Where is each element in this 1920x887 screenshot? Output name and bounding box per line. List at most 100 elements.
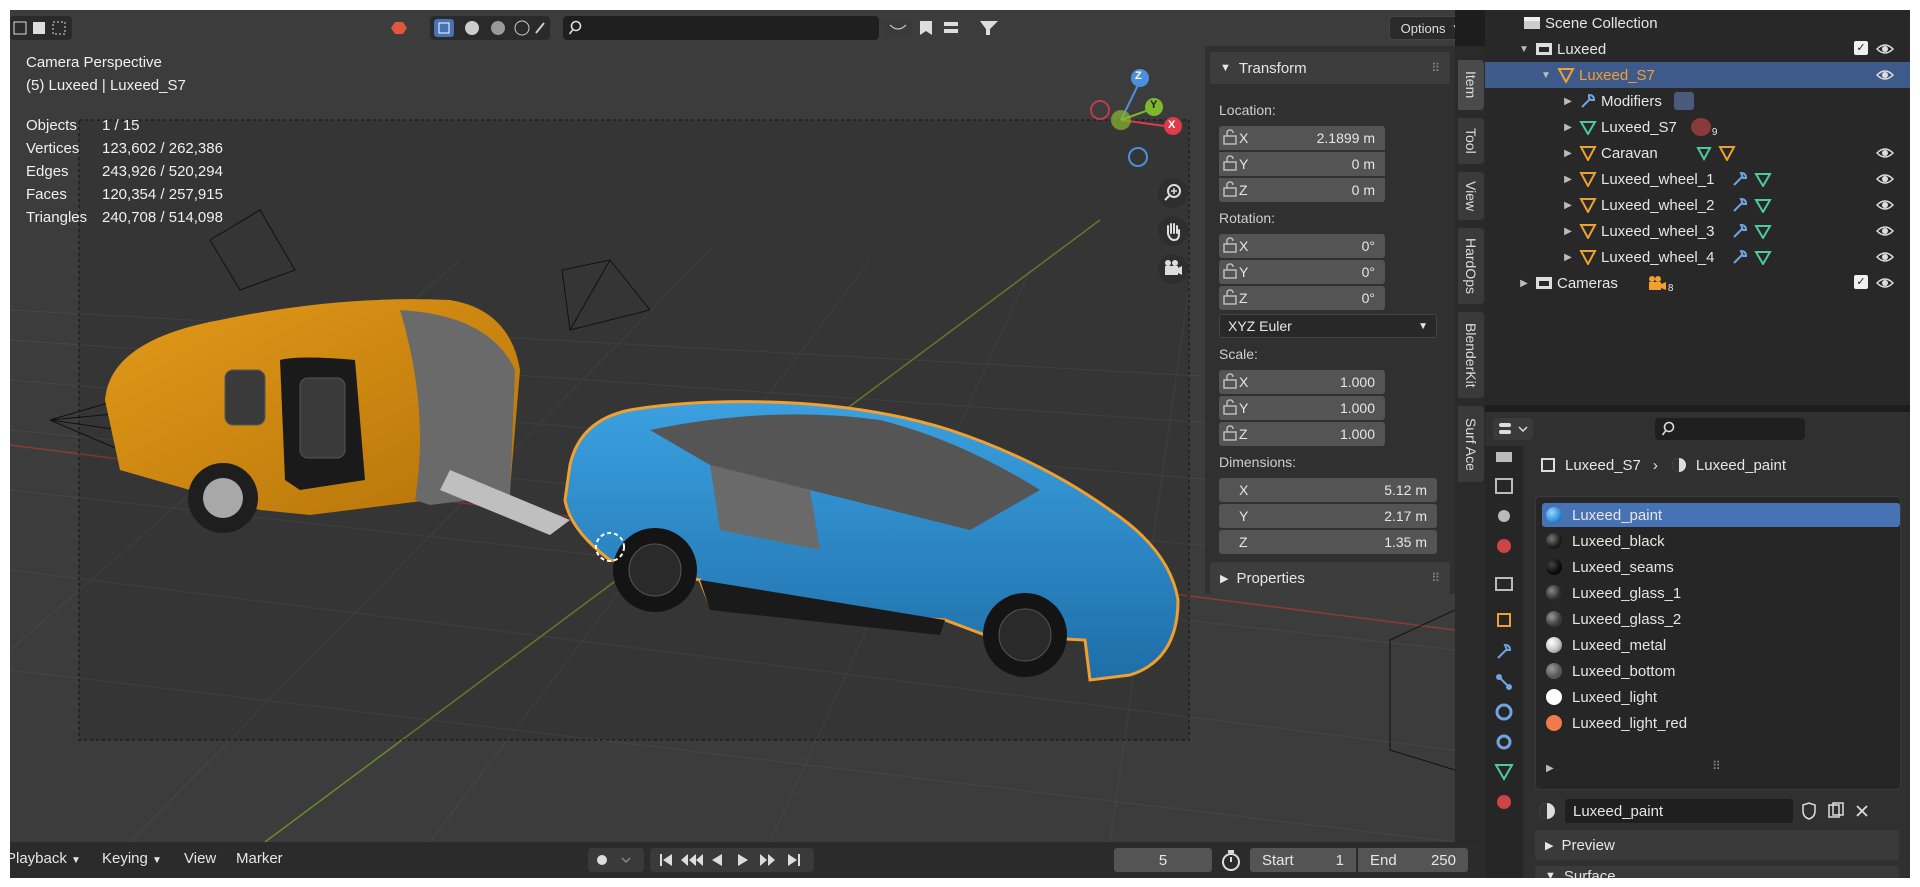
eye-icon[interactable] <box>1876 249 1894 265</box>
list-item[interactable]: Luxeed_seams <box>1542 555 1900 579</box>
drag-handle-icon[interactable]: ⠿ <box>1431 571 1440 585</box>
list-item[interactable]: Luxeed_metal <box>1542 633 1900 657</box>
3d-viewport[interactable]: Options ▼ Camera Perspective (5) Luxeed |… <box>10 10 1455 842</box>
expand-arrow-icon[interactable]: ▶ <box>1561 174 1575 185</box>
material-browse-icon[interactable] <box>1535 800 1565 822</box>
drag-handle-icon[interactable]: ⠿ <box>1431 61 1440 75</box>
overlay-filter-buttons[interactable] <box>882 16 1012 40</box>
marker-menu[interactable]: Marker <box>236 850 283 867</box>
physics-tab-icon[interactable] <box>1494 702 1514 722</box>
object-tab-icon[interactable] <box>1494 610 1514 630</box>
expand-arrow-icon[interactable]: ▶ <box>1517 278 1531 289</box>
output-tab-icon[interactable] <box>1494 476 1514 496</box>
expand-arrow-icon[interactable]: ▶ <box>1561 252 1575 263</box>
material-slot-list[interactable]: Luxeed_paint Luxeed_black Luxeed_seams L… <box>1535 496 1901 790</box>
list-item[interactable]: Luxeed_light <box>1542 685 1900 709</box>
outliner-row-wheel-2[interactable]: ▶ Luxeed_wheel_2 <box>1485 192 1910 218</box>
tab-tool[interactable]: Tool <box>1458 118 1484 164</box>
render-tab-icon[interactable] <box>1494 448 1514 468</box>
rotation-mode-select[interactable]: XYZ Euler ▼ <box>1219 314 1437 338</box>
view-layer-tab-icon[interactable] <box>1494 506 1514 526</box>
expand-arrow-icon[interactable]: ▶ <box>1561 226 1575 237</box>
dimensions-z-field[interactable]: Z 1.35 m <box>1219 530 1437 554</box>
stopwatch-icon[interactable] <box>1220 850 1242 872</box>
tab-view[interactable]: View <box>1458 172 1484 220</box>
list-item[interactable]: Luxeed_bottom <box>1542 659 1900 683</box>
outliner-row-luxeed-s7[interactable]: ▼ Luxeed_S7 <box>1485 62 1910 88</box>
eye-icon[interactable] <box>1876 41 1894 57</box>
exclude-checkbox[interactable]: ✓ <box>1854 275 1868 289</box>
scene-collection-row[interactable]: Scene Collection <box>1485 10 1910 36</box>
constraints-tab-icon[interactable] <box>1494 732 1514 752</box>
expand-arrow-icon[interactable]: ▶ <box>1561 200 1575 211</box>
object-types-icon[interactable] <box>386 16 416 40</box>
outliner-row-cameras[interactable]: ▶ Cameras 8 ✓ <box>1485 270 1910 296</box>
tab-item[interactable]: Item <box>1458 60 1484 110</box>
start-frame-field[interactable]: Start 1 <box>1250 848 1356 872</box>
eye-icon[interactable] <box>1876 197 1894 213</box>
viewport-search-input[interactable] <box>563 16 879 40</box>
navigation-gizmo[interactable]: Z X Y <box>1078 62 1188 172</box>
properties-panel-header[interactable]: ▶ Properties ⠿ <box>1210 562 1450 594</box>
data-tab-icon[interactable] <box>1494 762 1514 782</box>
dimensions-y-field[interactable]: Y 2.17 m <box>1219 504 1437 528</box>
playback-menu[interactable]: Playback ▼ <box>10 850 81 867</box>
properties-search-input[interactable] <box>1655 418 1805 440</box>
eye-icon[interactable] <box>1876 171 1894 187</box>
options-dropdown[interactable]: Options ▼ <box>1389 16 1455 40</box>
preview-panel-header[interactable]: ▶ Preview <box>1535 830 1899 860</box>
particles-tab-icon[interactable] <box>1494 672 1514 692</box>
expand-arrow-icon[interactable]: ▶ <box>1546 763 1554 774</box>
keying-menu[interactable]: Keying ▼ <box>102 850 162 867</box>
list-item[interactable]: Luxeed_glass_2 <box>1542 607 1900 631</box>
chevron-down-icon: ▼ <box>71 855 81 866</box>
expand-arrow-icon[interactable]: ▶ <box>1561 122 1575 133</box>
eye-icon[interactable] <box>1876 145 1894 161</box>
list-item[interactable]: Luxeed_light_red <box>1542 711 1900 735</box>
end-frame-field[interactable]: End 250 <box>1358 848 1468 872</box>
view-menu[interactable]: View <box>184 850 216 867</box>
camera-view-icon[interactable] <box>1158 254 1188 284</box>
tab-hardops[interactable]: HardOps <box>1458 228 1484 304</box>
list-resize-handle-icon[interactable]: ⠿ <box>1712 759 1721 773</box>
outliner-row-wheel-1[interactable]: ▶ Luxeed_wheel_1 <box>1485 166 1910 192</box>
outliner-row-modifiers[interactable]: ▶ Modifiers <box>1485 88 1910 114</box>
eye-icon[interactable] <box>1876 275 1894 291</box>
current-frame-field[interactable]: 5 <box>1114 848 1212 872</box>
datablock-actions[interactable] <box>1799 800 1877 822</box>
lock-icons[interactable] <box>1220 126 1250 546</box>
expand-arrow-icon[interactable]: ▶ <box>1561 96 1575 107</box>
list-item[interactable]: Luxeed_black <box>1542 529 1900 553</box>
tab-surf-ace[interactable]: Surf Ace <box>1458 406 1484 482</box>
outliner-row-caravan[interactable]: ▶ Caravan <box>1485 140 1910 166</box>
expand-arrow-icon[interactable]: ▼ <box>1539 70 1553 81</box>
scene-tab-icon[interactable] <box>1494 536 1514 556</box>
auto-keying-toggle[interactable] <box>588 848 644 872</box>
eye-icon[interactable] <box>1876 223 1894 239</box>
expand-arrow-icon[interactable]: ▶ <box>1561 148 1575 159</box>
pan-hand-icon[interactable] <box>1158 216 1188 246</box>
dimensions-x-field[interactable]: X 5.12 m <box>1219 478 1437 502</box>
outliner-row-wheel-3[interactable]: ▶ Luxeed_wheel_3 <box>1485 218 1910 244</box>
list-item[interactable]: Luxeed_paint <box>1542 503 1900 527</box>
outliner-row-luxeed-s7-mesh[interactable]: ▶ Luxeed_S7 9 <box>1485 114 1910 140</box>
outliner-row-wheel-4[interactable]: ▶ Luxeed_wheel_4 <box>1485 244 1910 270</box>
material-datablock-row: Luxeed_paint <box>1535 798 1899 824</box>
outliner-row-luxeed[interactable]: ▼ Luxeed ✓ <box>1485 36 1910 62</box>
material-tab-icon[interactable] <box>1494 792 1514 812</box>
expand-arrow-icon[interactable]: ▼ <box>1517 44 1531 55</box>
transform-panel-header[interactable]: ▼ Transform ⠿ <box>1210 52 1450 84</box>
exclude-checkbox[interactable]: ✓ <box>1854 41 1868 55</box>
tab-blenderkit[interactable]: BlenderKit <box>1458 312 1484 398</box>
eye-icon[interactable] <box>1876 67 1894 83</box>
playback-controls[interactable] <box>650 848 814 872</box>
zoom-icon[interactable] <box>1158 178 1188 208</box>
world-tab-icon[interactable] <box>1494 574 1514 594</box>
surface-panel-header[interactable]: ▼ Surface <box>1535 866 1899 878</box>
editor-mode-buttons[interactable] <box>10 16 72 40</box>
material-name-field[interactable]: Luxeed_paint <box>1565 799 1793 823</box>
modifier-tab-icon[interactable] <box>1494 642 1514 662</box>
list-item[interactable]: Luxeed_glass_1 <box>1542 581 1900 605</box>
editor-type-button[interactable] <box>1493 418 1533 440</box>
viewport-shading-buttons[interactable] <box>430 16 550 40</box>
